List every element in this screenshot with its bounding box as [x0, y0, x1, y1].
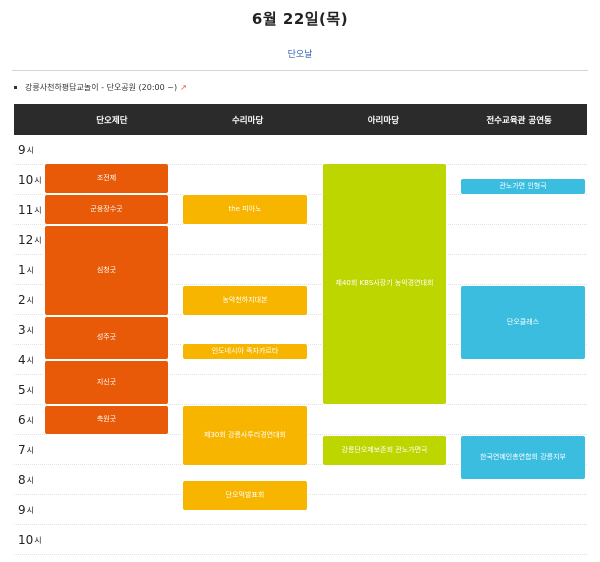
event-block[interactable]: 제40회 KBS사장기 농악경연대회 [322, 163, 447, 405]
event-block[interactable]: 단오먹발표회 [182, 480, 308, 511]
event-block[interactable]: 지신굿 [44, 360, 169, 405]
event-block[interactable]: 관노가면 인형극 [460, 178, 586, 195]
column-header-education-hall: 전수교육관 공연동 [486, 115, 552, 126]
bullet-icon [14, 86, 17, 89]
time-label: 9시 [18, 503, 35, 517]
event-block[interactable]: 단오클래스 [460, 285, 586, 360]
time-label: 6시 [18, 413, 35, 427]
time-header [14, 104, 44, 135]
event-block[interactable]: 한국연예인총연합회 강릉지부 [460, 435, 586, 480]
column-header-suri-madang: 수리마당 [231, 115, 264, 126]
time-label: 3시 [18, 323, 35, 337]
day-label-link[interactable]: 단오날 [0, 47, 600, 60]
time-label: 9시 [18, 143, 35, 157]
event-block[interactable]: 강릉단오제보존회 관노가면극 [322, 435, 447, 466]
event-block[interactable]: 군웅장수굿 [44, 194, 169, 225]
external-link-icon[interactable]: ↗ [180, 83, 187, 92]
event-block[interactable]: 축원굿 [44, 405, 169, 435]
event-notice-text[interactable]: 강릉사천하평답교놀이 - 단오공원 (20:00 ~) [25, 82, 177, 93]
time-label: 4시 [18, 353, 35, 367]
time-label: 10 시 [18, 533, 42, 547]
column-header-ari-madang: 아리마당 [367, 115, 400, 126]
event-notice[interactable]: 강릉사천하평답교놀이 - 단오공원 (20:00 ~) ↗ [14, 82, 187, 93]
time-label: 12 시 [18, 233, 42, 247]
time-label: 2시 [18, 293, 35, 307]
page-title: 6월 22일(목) [251, 10, 349, 28]
schedule-header: 단오제단 수리마당 아리마당 전수교육관 공연동 [14, 104, 587, 135]
event-block[interactable]: 성주굿 [44, 316, 169, 360]
time-label: 1시 [18, 263, 35, 277]
event-block[interactable]: 제30회 강릉사투리경연대회 [182, 405, 308, 466]
time-label: 8시 [18, 473, 35, 487]
time-label: 11 시 [18, 203, 42, 217]
time-label: 7시 [18, 443, 35, 457]
event-block[interactable]: the 피아노 [182, 194, 308, 225]
schedule-grid: 9시 10 시 11 시 12 시 1시 2시 3시 4시 5시 6시 7시 8시 9… [14, 135, 587, 555]
time-row: 10 시 [14, 525, 587, 555]
divider [12, 70, 588, 71]
event-block[interactable]: 인도네시아 족자카르타 [182, 343, 308, 360]
time-label: 10 시 [18, 173, 42, 187]
time-label: 5시 [18, 383, 35, 397]
time-row: 9시 [14, 135, 587, 165]
event-block[interactable]: 심청굿 [44, 225, 169, 316]
column-header-dano-altar: 단오제단 [96, 115, 128, 126]
event-block[interactable]: 조전제 [44, 163, 169, 194]
event-block[interactable]: 농악천하지대본 [182, 285, 308, 316]
